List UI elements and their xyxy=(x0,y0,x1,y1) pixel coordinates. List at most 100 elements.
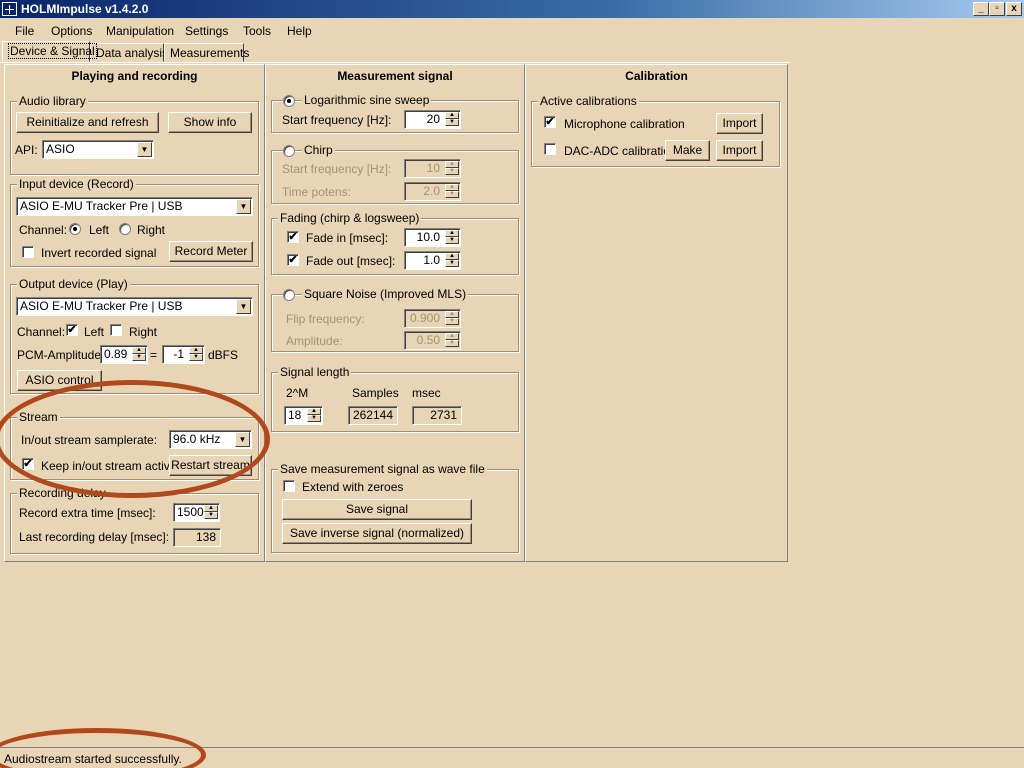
chevron-down-icon: ▼ xyxy=(137,142,152,157)
time-potens-label: Time potens: xyxy=(282,185,351,199)
save-signal-button[interactable]: Save signal xyxy=(282,499,472,520)
logsweep-radio[interactable] xyxy=(283,95,295,107)
status-bar: Audiostream started successfully. xyxy=(0,747,1024,768)
panel-title: Calibration xyxy=(625,69,688,83)
time-potens-stepper[interactable]: 2.0 ▲ ▼ xyxy=(404,182,461,201)
api-select[interactable]: ASIO ▼ xyxy=(42,140,154,159)
dac-import-button[interactable]: Import xyxy=(716,140,763,161)
pcm-amplitude-label: PCM-Amplitude: xyxy=(17,348,105,362)
menu-help[interactable]: Help xyxy=(287,24,312,38)
last-delay-label: Last recording delay [msec]: xyxy=(19,530,170,544)
minimize-button[interactable]: _ xyxy=(973,2,989,16)
keep-active-label: Keep in/out stream active xyxy=(41,459,177,473)
fade-out-stepper[interactable]: 1.0 ▲ ▼ xyxy=(404,251,461,270)
chevron-down-icon: ▼ xyxy=(236,299,251,314)
tab-device-signal[interactable]: Device & Signal xyxy=(2,41,97,62)
fade-out-checkbox[interactable]: ✔ xyxy=(287,254,299,266)
panel-measurement-signal: Measurement signal Logarithmic sine swee… xyxy=(265,64,525,562)
menu-options[interactable]: Options xyxy=(51,24,92,38)
group-logsweep: Logarithmic sine sweep Start frequency [… xyxy=(271,93,519,133)
group-fading: Fading (chirp & logsweep) ✔ Fade in [mse… xyxy=(271,211,519,275)
extra-time-stepper[interactable]: 1500 ▲ ▼ xyxy=(173,503,220,522)
dac-make-button[interactable]: Make xyxy=(665,140,710,161)
spin-arrows-icon: ▲ ▼ xyxy=(307,408,321,423)
tab-divider xyxy=(0,62,790,63)
menu-manipulation[interactable]: Manipulation xyxy=(106,24,174,38)
mic-import-button[interactable]: Import xyxy=(716,113,763,134)
group-chirp: Chirp Start frequency [Hz]: 10 ▲ ▼ Time po… xyxy=(271,143,519,204)
keep-active-checkbox[interactable]: ✔ xyxy=(22,458,34,470)
flip-frequency-stepper[interactable]: 0.900 ▲ ▼ xyxy=(404,309,461,328)
col-msec-label: msec xyxy=(412,386,441,400)
group-label: Square Noise (Improved MLS) xyxy=(302,287,469,301)
menu-bar: File Options Manipulation Settings Tools… xyxy=(0,20,1024,40)
samples-value: 262144 xyxy=(348,406,398,425)
input-left-radio[interactable] xyxy=(69,223,81,235)
output-left-checkbox[interactable]: ✔ xyxy=(66,324,78,336)
group-label: Chirp xyxy=(302,143,335,157)
extend-zeroes-checkbox[interactable] xyxy=(283,480,295,492)
spin-arrows-icon: ▲ ▼ xyxy=(445,311,459,326)
spin-arrows-icon: ▲ ▼ xyxy=(204,505,218,520)
record-meter-button[interactable]: Record Meter xyxy=(169,241,253,262)
chirp-start-label: Start frequency [Hz]: xyxy=(282,162,392,176)
fade-in-stepper[interactable]: 10.0 ▲ ▼ xyxy=(404,228,461,247)
spin-arrows-icon: ▲ ▼ xyxy=(445,184,459,199)
output-channel-label: Channel: xyxy=(17,325,66,339)
group-label: Output device (Play) xyxy=(17,277,130,291)
chirp-radio[interactable] xyxy=(283,145,295,157)
amplitude-stepper[interactable]: 0.50 ▲ ▼ xyxy=(404,331,461,350)
output-right-checkbox[interactable] xyxy=(110,324,122,336)
input-device-select[interactable]: ASIO E-MU Tracker Pre | USB ▼ xyxy=(16,197,253,216)
window-title: HOLMImpulse v1.4.2.0 xyxy=(21,2,149,16)
group-label: Active calibrations xyxy=(538,94,639,108)
tab-data-analysis[interactable]: Data analysis xyxy=(90,43,168,62)
last-delay-value: 138 xyxy=(173,528,221,547)
group-save-wave: Save measurement signal as wave file Ext… xyxy=(271,462,519,553)
equals-label: = xyxy=(150,348,158,362)
output-device-select[interactable]: ASIO E-MU Tracker Pre | USB ▼ xyxy=(16,297,253,316)
chevron-down-icon: ▼ xyxy=(236,199,251,214)
samplerate-label: In/out stream samplerate: xyxy=(21,433,158,447)
title-bar: HOLMImpulse v1.4.2.0 _ ▫ x xyxy=(0,0,1024,18)
group-label: Recording delay xyxy=(17,486,108,500)
group-label: Signal length xyxy=(278,365,352,379)
signal-length-m-stepper[interactable]: 18 ▲ ▼ xyxy=(284,406,323,425)
spin-arrows-icon: ▲ ▼ xyxy=(132,347,146,362)
restart-stream-button[interactable]: Restart stream xyxy=(169,455,252,476)
menu-settings[interactable]: Settings xyxy=(185,24,228,38)
group-label: Save measurement signal as wave file xyxy=(278,462,487,476)
group-label: Logarithmic sine sweep xyxy=(302,93,432,107)
menu-file[interactable]: File xyxy=(15,24,34,38)
sweep-start-stepper[interactable]: 20 ▲ ▼ xyxy=(404,110,461,129)
square-noise-radio[interactable] xyxy=(283,289,295,301)
dbfs-stepper[interactable]: -1 ▲ ▼ xyxy=(162,345,205,364)
col-2m-label: 2^M xyxy=(286,386,309,400)
spin-arrows-icon: ▲ ▼ xyxy=(445,161,459,176)
asio-control-button[interactable]: ASIO control xyxy=(17,370,102,391)
chirp-start-stepper[interactable]: 10 ▲ ▼ xyxy=(404,159,461,178)
mic-calibration-checkbox[interactable]: ✔ xyxy=(544,116,556,128)
reinitialize-button[interactable]: Reinitialize and refresh xyxy=(16,112,159,133)
samplerate-select[interactable]: 96.0 kHz ▼ xyxy=(169,430,252,449)
group-output-device: Output device (Play) ASIO E-MU Tracker P… xyxy=(10,277,259,394)
show-info-button[interactable]: Show info xyxy=(168,112,252,133)
msec-value: 2731 xyxy=(412,406,462,425)
group-active-calibrations: Active calibrations ✔ Microphone calibra… xyxy=(531,94,780,167)
dac-adc-checkbox[interactable] xyxy=(544,143,556,155)
spin-arrows-icon: ▲ ▼ xyxy=(445,112,459,127)
tab-measurements[interactable]: Measurements xyxy=(164,43,249,62)
close-button[interactable]: x xyxy=(1006,2,1022,16)
maximize-button[interactable]: ▫ xyxy=(989,2,1005,16)
save-inverse-button[interactable]: Save inverse signal (normalized) xyxy=(282,523,472,544)
invert-checkbox[interactable] xyxy=(22,246,34,258)
menu-tools[interactable]: Tools xyxy=(243,24,271,38)
chevron-down-icon: ▼ xyxy=(235,432,250,447)
input-right-label: Right xyxy=(137,223,166,237)
input-right-radio[interactable] xyxy=(119,223,131,235)
panel-title: Playing and recording xyxy=(71,69,198,83)
fade-in-checkbox[interactable]: ✔ xyxy=(287,231,299,243)
status-text: Audiostream started successfully. xyxy=(4,752,182,766)
pcm-amplitude-stepper[interactable]: 0.89 ▲ ▼ xyxy=(100,345,148,364)
dac-adc-label: DAC-ADC calibration xyxy=(564,144,677,158)
